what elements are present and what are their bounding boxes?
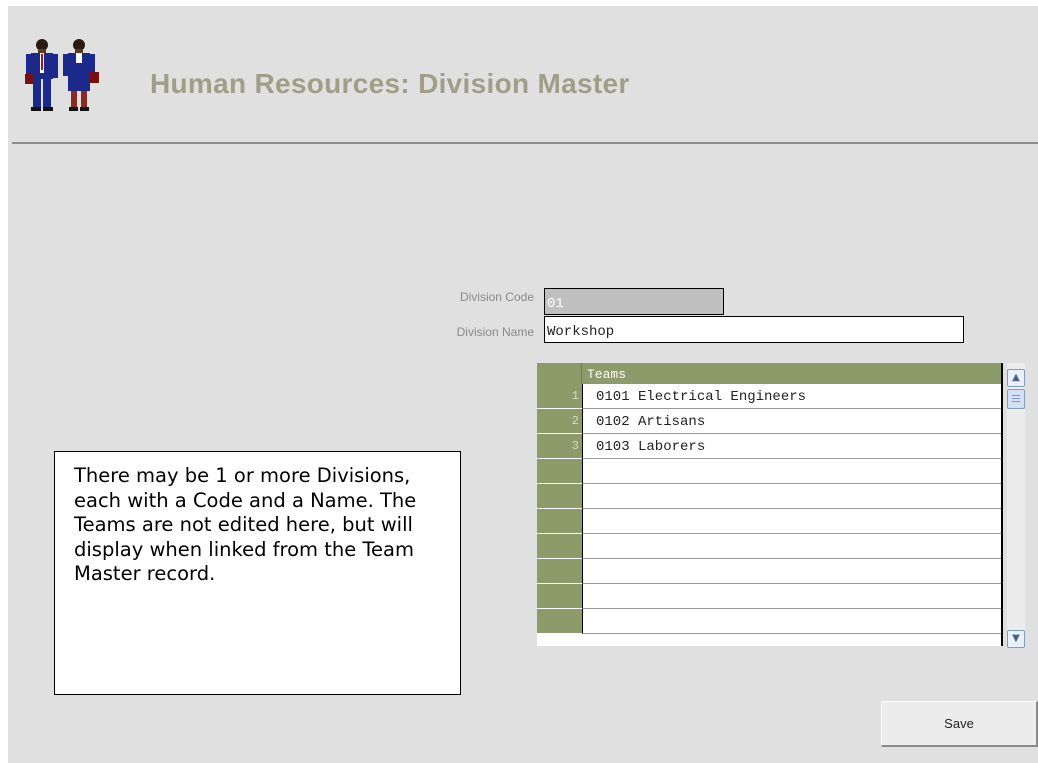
team-cell[interactable]: 0101 Electrical Engineers xyxy=(582,384,1001,409)
grid-border xyxy=(1001,363,1003,646)
table-row[interactable] xyxy=(537,609,1001,634)
info-note: There may be 1 or more Divisions, each w… xyxy=(54,451,461,695)
people-icon xyxy=(25,39,99,111)
teams-grid: Teams 1 0101 Electrical Engineers 2 0102… xyxy=(537,363,1001,646)
row-number xyxy=(537,584,582,609)
team-cell[interactable] xyxy=(582,459,1001,484)
division-name-label: Division Name xyxy=(456,325,534,339)
table-row[interactable] xyxy=(537,484,1001,509)
table-row[interactable] xyxy=(537,584,1001,609)
team-cell[interactable]: 0102 Artisans xyxy=(582,409,1001,434)
chevron-down-icon[interactable]: ▼ xyxy=(1007,630,1025,648)
grid-header-corner xyxy=(537,363,582,384)
row-number xyxy=(537,459,582,484)
row-number xyxy=(537,609,582,634)
row-number xyxy=(537,559,582,584)
table-row[interactable] xyxy=(537,534,1001,559)
row-number: 1 xyxy=(537,384,582,409)
scroll-thumb[interactable] xyxy=(1007,389,1025,409)
teams-scrollbar[interactable]: ▲ ▼ xyxy=(1007,363,1025,648)
table-row[interactable] xyxy=(537,459,1001,484)
row-number xyxy=(537,484,582,509)
table-row[interactable]: 2 0102 Artisans xyxy=(537,409,1001,434)
team-cell[interactable]: 0103 Laborers xyxy=(582,434,1001,459)
table-row[interactable] xyxy=(537,559,1001,584)
chevron-up-icon[interactable]: ▲ xyxy=(1007,369,1025,387)
header-divider xyxy=(12,142,1038,144)
team-cell[interactable] xyxy=(582,584,1001,609)
table-row[interactable]: 3 0103 Laborers xyxy=(537,434,1001,459)
row-number: 3 xyxy=(537,434,582,459)
division-code-field[interactable]: 01 xyxy=(544,288,724,315)
team-cell[interactable] xyxy=(582,609,1001,634)
row-number: 2 xyxy=(537,409,582,434)
team-cell[interactable] xyxy=(582,509,1001,534)
save-button[interactable]: Save xyxy=(881,701,1038,747)
team-cell[interactable] xyxy=(582,534,1001,559)
team-cell[interactable] xyxy=(582,484,1001,509)
teams-column-header: Teams xyxy=(587,367,627,382)
row-number xyxy=(537,509,582,534)
page-title: Human Resources: Division Master xyxy=(150,68,630,99)
division-name-field[interactable]: Workshop xyxy=(544,316,964,343)
division-code-label: Division Code xyxy=(459,290,534,304)
division-code-value: 01 xyxy=(547,296,564,312)
team-cell[interactable] xyxy=(582,559,1001,584)
info-note-text: There may be 1 or more Divisions, each w… xyxy=(74,464,417,586)
row-number xyxy=(537,534,582,559)
table-row[interactable]: 1 0101 Electrical Engineers xyxy=(537,384,1001,409)
grid-header: Teams xyxy=(537,363,1001,384)
table-row[interactable] xyxy=(537,509,1001,534)
